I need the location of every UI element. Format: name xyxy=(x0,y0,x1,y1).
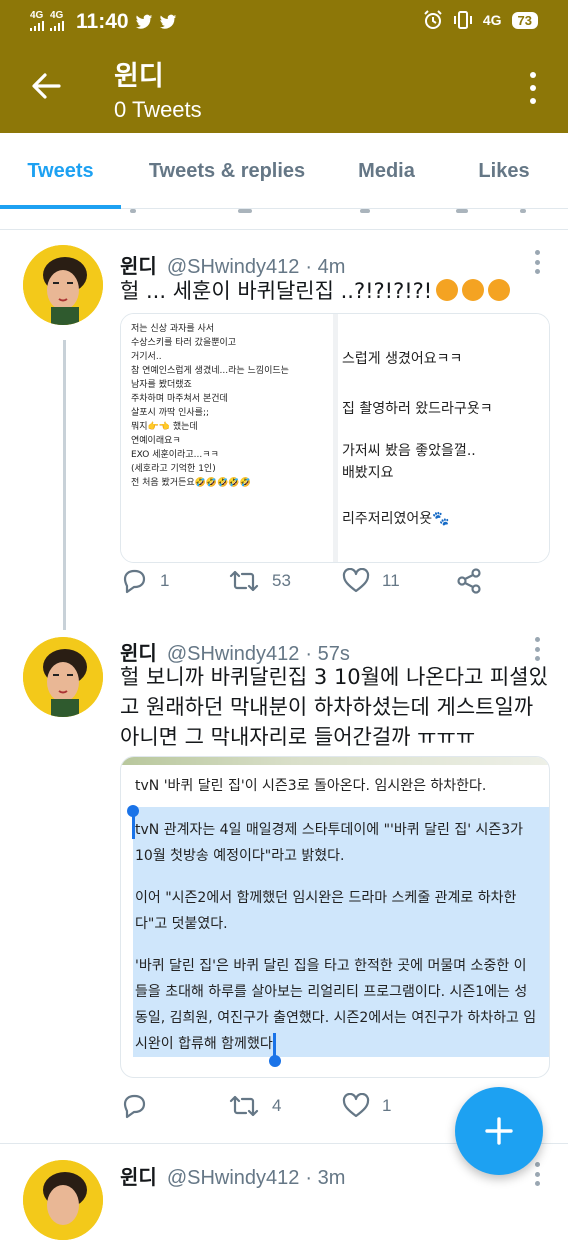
previous-tweet-peek xyxy=(0,209,568,229)
selection-start-caret xyxy=(132,813,135,839)
arrow-left-icon xyxy=(32,73,61,99)
timestamp: · 3m xyxy=(305,1167,346,1189)
dot-icon xyxy=(530,72,536,78)
retweet-icon xyxy=(229,1095,259,1117)
avatar[interactable] xyxy=(23,1160,103,1240)
dot-icon xyxy=(530,85,536,91)
network-4g: 4G xyxy=(482,12,502,28)
tweet-menu-button[interactable] xyxy=(532,250,542,274)
reply-button[interactable] xyxy=(120,1093,160,1119)
tab-tweets-replies[interactable]: Tweets & replies xyxy=(121,133,333,209)
tweet-actions: 1 53 11 xyxy=(120,568,550,608)
clock: 11:40 xyxy=(76,10,129,33)
link-card[interactable]: tvN '바퀴 달린 집'이 시즌3로 돌아온다. 임시완은 하차한다. tvN… xyxy=(120,756,550,1078)
tweet-count: 0 Tweets xyxy=(114,97,202,122)
yawning-face-emoji xyxy=(436,279,459,301)
twitter-bird-icon xyxy=(159,14,176,29)
thread-line xyxy=(63,340,66,630)
heart-icon xyxy=(342,1093,370,1118)
tweet-menu-button[interactable] xyxy=(532,637,542,661)
handle: @SHwindy412 xyxy=(166,1167,300,1189)
retweet-button[interactable]: 53 xyxy=(228,568,291,594)
retweet-icon xyxy=(229,570,259,592)
avatar[interactable] xyxy=(23,637,103,717)
twitter-bird-icon xyxy=(135,14,152,29)
page-title: 윈디 xyxy=(114,61,164,92)
tweet-text: 헐 ... 세훈이 바퀴달린집 ..?!?!?!?! xyxy=(120,275,550,307)
tweet-menu-button[interactable] xyxy=(532,1162,542,1186)
selection-end-handle[interactable] xyxy=(269,1055,281,1067)
profile-tabs: Tweets Tweets & replies Media Likes xyxy=(0,133,568,209)
media-image-2[interactable]: 스럽게 생겼어요ㅋㅋ 집 촬영하러 왔드라구욧ㅋ 가저씨 봤음 좋았을껄.. 배… xyxy=(338,314,549,562)
plus-icon xyxy=(485,1117,513,1145)
yawning-face-emoji xyxy=(488,279,511,301)
profile-header: 윈디 0 Tweets xyxy=(0,44,568,133)
vibrate-icon xyxy=(453,11,472,29)
tab-tweets[interactable]: Tweets xyxy=(0,133,121,209)
share-icon xyxy=(457,568,481,594)
tweet-text: 헐 보니까 바퀴달린집 3 10월에 나온다고 피셜있 고 원래하던 막내분이 … xyxy=(120,665,548,749)
retweet-button[interactable]: 4 xyxy=(228,1093,281,1119)
reply-icon xyxy=(123,569,146,594)
heart-icon xyxy=(342,568,370,593)
tab-media[interactable]: Media xyxy=(333,133,440,209)
avatar-image xyxy=(23,637,103,717)
like-button[interactable]: 1 xyxy=(342,1093,391,1119)
media-image-1[interactable]: 저는 신상 과자를 사서 수상스키를 타러 갔을뿐이고 거기서.. 참 연예인스… xyxy=(121,314,333,562)
card-title: tvN '바퀴 달린 집'이 시즌3로 돌아온다. 임시완은 하차한다. xyxy=(135,778,487,794)
network-indicator: 4G xyxy=(30,10,44,34)
avatar-image xyxy=(23,1160,103,1240)
display-name[interactable]: 윈디 xyxy=(120,1161,157,1190)
like-button[interactable]: 11 xyxy=(342,568,400,594)
card-image-strip xyxy=(121,757,549,765)
status-bar: 4G 4G 11:40 4G 73 xyxy=(0,0,568,44)
tweet-header: 윈디 @SHwindy412 · 3m xyxy=(120,1161,345,1190)
signal-icon xyxy=(50,20,64,31)
reply-button[interactable]: 1 xyxy=(120,568,169,594)
back-button[interactable] xyxy=(24,64,68,108)
reply-icon xyxy=(123,1094,146,1119)
alarm-icon xyxy=(424,10,442,29)
avatar[interactable] xyxy=(23,245,103,325)
card-body: tvN 관계자는 4일 매일경제 스타투데이에 "'바퀴 달린 집' 시즌3가 1… xyxy=(135,822,537,1052)
signal-icon xyxy=(30,20,44,31)
dot-icon xyxy=(530,98,536,104)
tweet-media[interactable]: 저는 신상 과자를 사서 수상스키를 타러 갔을뿐이고 거기서.. 참 연예인스… xyxy=(120,313,550,563)
yawning-face-emoji xyxy=(462,279,485,301)
divider xyxy=(0,229,568,230)
avatar-image xyxy=(23,245,103,325)
network-indicator-2: 4G xyxy=(50,10,64,34)
share-button[interactable] xyxy=(456,568,482,594)
more-options-button[interactable] xyxy=(518,68,548,108)
battery-indicator: 73 xyxy=(511,11,538,29)
compose-tweet-button[interactable] xyxy=(455,1087,543,1175)
tab-likes[interactable]: Likes xyxy=(440,133,568,209)
